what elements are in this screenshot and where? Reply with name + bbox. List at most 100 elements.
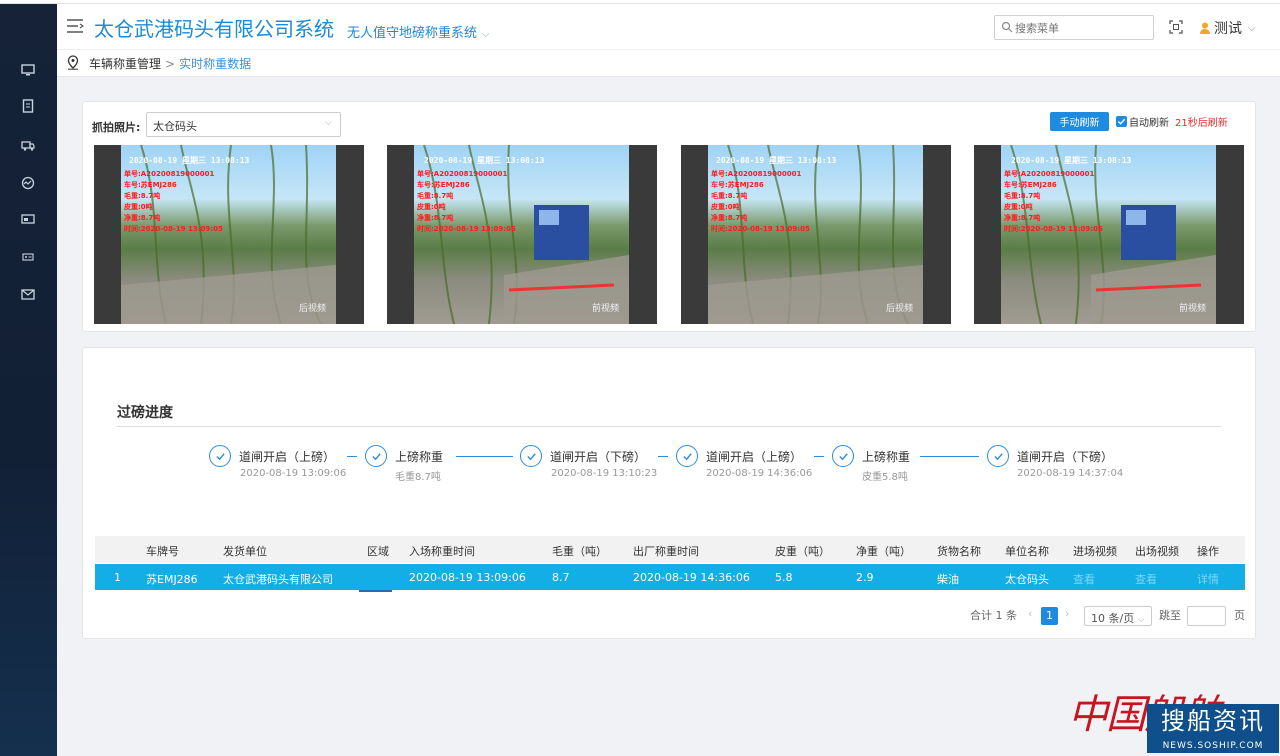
auto-refresh-toggle[interactable]: 自动刷新 21秒后刷新 [1116, 114, 1228, 129]
step-detail: 皮重5.8吨 [862, 472, 908, 483]
capture-photo[interactable]: 2020-08-19 星期三 13:08:13 单号:A202008190000… [974, 145, 1244, 324]
column-header[interactable]: 操作 [1197, 543, 1219, 559]
out-video-link[interactable]: 查看 [1135, 571, 1157, 587]
document-icon[interactable] [19, 98, 37, 114]
id-card-icon[interactable] [19, 249, 37, 265]
photo-info: 单号:A20200819000001 车号:苏EMJ286 毛重:8.7吨 皮重… [417, 169, 516, 235]
check-circle-icon [676, 445, 698, 467]
column-header[interactable]: 入场称重时间 [409, 543, 475, 559]
photo-info: 单号:A20200819000001 车号:苏EMJ286 毛重:8.7吨 皮重… [1004, 169, 1103, 235]
photo-info-line: 皮重:0吨 [1004, 203, 1033, 211]
photo-info-line: 单号:A20200819000001 [124, 170, 215, 178]
sidebar [0, 4, 57, 756]
chevron-down-icon: ⌵ [1137, 615, 1145, 625]
capture-photo[interactable]: 2020-08-19 星期三 13:08:13 单号:A202008190000… [94, 145, 364, 324]
photo-info-line: 毛重:8.7吨 [711, 192, 748, 200]
column-header[interactable]: 区域 [367, 543, 389, 559]
breadcrumb-root[interactable]: 车辆称重管理 [89, 57, 161, 71]
auto-refresh-label: 自动刷新 [1129, 118, 1169, 129]
in-video-link[interactable]: 查看 [1073, 571, 1095, 587]
search-input[interactable] [1015, 19, 1145, 37]
column-header[interactable]: 出场视频 [1135, 543, 1179, 559]
step-detail: 2020-08-19 13:09:06 [240, 468, 347, 479]
step-connector [658, 456, 668, 457]
breadcrumb-separator: > [165, 57, 176, 71]
page-number-current[interactable]: 1 [1041, 607, 1058, 625]
truck-icon[interactable] [19, 137, 37, 153]
fullscreen-icon[interactable] [1169, 20, 1183, 34]
photo-info-line: 时间:2020-08-19 13:09:05 [1004, 225, 1103, 233]
photo-info: 单号:A20200819000001 车号:苏EMJ286 毛重:8.7吨 皮重… [124, 169, 223, 235]
column-header[interactable]: 货物名称 [937, 543, 981, 559]
photo-timestamp: 2020-08-19 星期三 13:08:13 [716, 156, 837, 165]
step-detail: 毛重8.7吨 [395, 472, 441, 483]
column-header[interactable]: 进场视频 [1073, 543, 1117, 559]
photo-info: 单号:A20200819000001 车号:苏EMJ286 毛重:8.7吨 皮重… [711, 169, 810, 235]
user-menu[interactable]: 测试 ⌵ [1200, 18, 1256, 38]
capture-card: 抓拍照片: 太仓码头 ⌵ 手动刷新 自动刷新 21秒后刷新 2020-08-19… [82, 101, 1256, 332]
photo-info-line: 单号:A20200819000001 [1004, 170, 1095, 178]
column-header[interactable]: 单位名称 [1005, 543, 1049, 559]
column-header[interactable]: 皮重（吨） [775, 543, 830, 559]
manual-refresh-button[interactable]: 手动刷新 [1050, 112, 1109, 131]
net-weight-cell: 2.9 [856, 571, 874, 584]
chevron-down-icon: ⌵ [482, 29, 490, 40]
photo-info-line: 净重:8.7吨 [124, 214, 161, 222]
photo-info-line: 车号:苏EMJ286 [417, 181, 470, 189]
menu-toggle-icon[interactable] [66, 18, 85, 34]
breadcrumb-current[interactable]: 实时称重数据 [179, 57, 251, 71]
photo-info-line: 净重:8.7吨 [417, 214, 454, 222]
next-page-button[interactable]: › [1065, 607, 1069, 620]
page-size-value: 10 条/页 [1091, 612, 1135, 625]
column-header[interactable]: 净重（吨） [856, 543, 911, 559]
capture-photo[interactable]: 2020-08-19 星期三 13:08:13 单号:A202008190000… [387, 145, 657, 324]
photo-info-line: 净重:8.7吨 [1004, 214, 1041, 222]
breadcrumb-bar: 车辆称重管理 > 实时称重数据 [57, 50, 1280, 77]
unit-cell: 太仓码头 [1005, 573, 1049, 586]
column-header[interactable]: 发货单位 [223, 543, 267, 559]
mail-icon[interactable] [19, 286, 37, 302]
step-detail: 2020-08-19 13:10:23 [551, 468, 658, 479]
detail-link[interactable]: 详情 [1197, 571, 1219, 587]
header: 太仓武港码头有限公司系统 无人值守地磅称重系统 ⌵ 测试 ⌵ [57, 4, 1280, 50]
step-title: 道闸开启（上磅） [706, 450, 803, 464]
check-icon [1117, 118, 1126, 125]
check-circle-icon [987, 445, 1009, 467]
search-box[interactable] [994, 15, 1154, 40]
divider [117, 426, 1221, 427]
check-circle-icon [209, 445, 231, 467]
step-detail: 2020-08-19 14:37:04 [1017, 468, 1124, 479]
in-time-cell: 2020-08-19 13:09:06 [409, 571, 526, 584]
column-header[interactable]: 毛重（吨） [552, 543, 607, 559]
photo-info-line: 车号:苏EMJ286 [1004, 181, 1057, 189]
step-title: 道闸开启（上磅） [239, 450, 336, 464]
step-connector [456, 456, 513, 457]
jump-page-input[interactable] [1187, 606, 1226, 626]
camera-label: 后视频 [298, 304, 326, 314]
location-select[interactable]: 太仓码头 ⌵ [146, 112, 341, 137]
capture-label: 抓拍照片: [92, 121, 141, 134]
step-detail: 2020-08-19 14:36:06 [706, 468, 813, 479]
column-header[interactable]: 车牌号 [146, 543, 179, 559]
row-index: 1 [114, 571, 121, 584]
step-title: 道闸开启（下磅） [550, 450, 647, 464]
column-header[interactable]: 出厂称重时间 [633, 543, 699, 559]
camera-label: 前视频 [591, 304, 619, 314]
page-size-select[interactable]: 10 条/页 ⌵ [1084, 606, 1152, 626]
camera-label: 前视频 [1178, 304, 1206, 314]
photo-timestamp: 2020-08-19 星期三 13:08:13 [1011, 156, 1132, 165]
prev-page-button[interactable]: ‹ [1028, 607, 1032, 620]
table-row[interactable]: 1 苏EMJ286 太仓武港码头有限公司 2020-08-19 13:09:06… [95, 564, 1245, 590]
monitor-icon[interactable] [19, 62, 37, 78]
weighing-card: 过磅进度 道闸开启（上磅） 2020-08-19 13:09:06 上磅称重 毛… [82, 347, 1256, 639]
capture-photo[interactable]: 2020-08-19 星期三 13:08:13 单号:A202008190000… [681, 145, 951, 324]
progress-title: 过磅进度 [117, 405, 173, 421]
sender-cell: 太仓武港码头有限公司 [223, 573, 333, 586]
auto-refresh-checkbox[interactable] [1116, 116, 1127, 127]
subsystem-dropdown[interactable]: 无人值守地磅称重系统 ⌵ [347, 22, 490, 41]
photo-info-line: 时间:2020-08-19 13:09:05 [417, 225, 516, 233]
speedometer-icon[interactable] [19, 175, 37, 191]
jump-label: 跳至 [1159, 609, 1181, 622]
photo-info-line: 车号:苏EMJ286 [124, 181, 177, 189]
card-icon[interactable] [19, 211, 37, 227]
